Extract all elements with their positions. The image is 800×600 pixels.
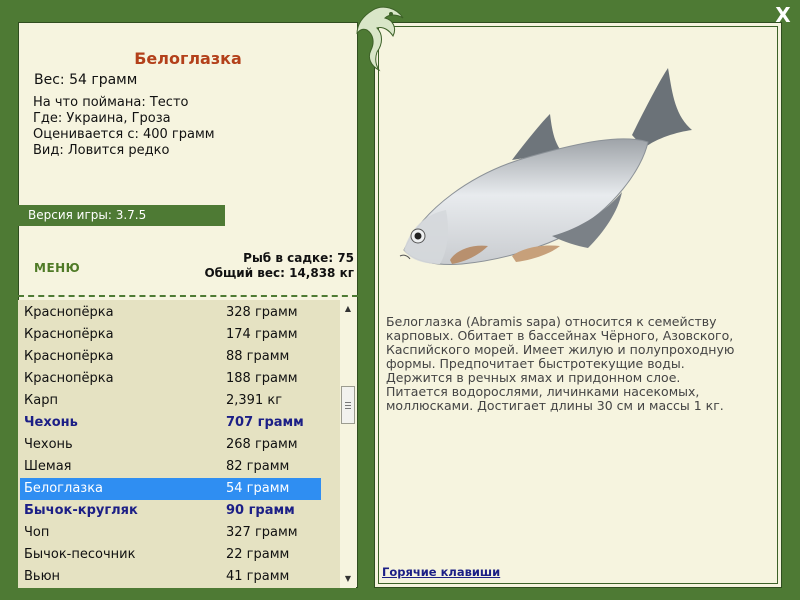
list-item-weight: 2,391 кг	[226, 393, 283, 408]
divider	[18, 295, 358, 297]
list-item-weight: 174 грамм	[226, 327, 298, 342]
list-item[interactable]: Карп 2,391 кг	[20, 390, 321, 412]
list-item-name: Вьюн	[24, 569, 61, 584]
list-item-weight: 88 грамм	[226, 349, 290, 364]
list-item-weight: 707 грамм	[226, 415, 304, 430]
list-item[interactable]: Краснопёрка 328 грамм	[20, 302, 321, 324]
list-item[interactable]: Чоп 327 грамм	[20, 522, 321, 544]
list-item-name: Шемая	[24, 459, 72, 474]
list-item[interactable]: Белоглазка 54 грамм	[20, 478, 321, 500]
list-item[interactable]: Чехонь 707 грамм	[20, 412, 321, 434]
close-icon[interactable]: X	[775, 3, 790, 27]
catch-list: Краснопёрка 328 грамм Краснопёрка 174 грамм…	[18, 300, 340, 588]
list-item-name: Краснопёрка	[24, 349, 114, 364]
fish-value: Оценивается с: 400 грамм	[33, 127, 215, 142]
list-item-name: Белоглазка	[24, 481, 104, 496]
list-item-weight: 328 грамм	[226, 305, 298, 320]
list-item-name: Бычок-песочник	[24, 547, 136, 562]
list-item-name: Чоп	[24, 525, 50, 540]
list-item-weight: 327 грамм	[226, 525, 298, 540]
scroll-thumb[interactable]	[341, 386, 355, 424]
fish-bait: На что поймана: Тесто	[33, 95, 189, 110]
list-item[interactable]: Чехонь 268 грамм	[20, 434, 321, 456]
list-item[interactable]: Бычок-песочник 22 грамм	[20, 544, 321, 566]
list-item-weight: 90 грамм	[226, 503, 295, 518]
catch-stats: Рыб в садке: 75 Общий вес: 14,838 кг	[204, 251, 354, 281]
list-item-name: Чехонь	[24, 437, 73, 452]
list-item-weight: 54 грамм	[226, 481, 290, 496]
list-item[interactable]: Вьюн 41 грамм	[20, 566, 321, 588]
hotkeys-link[interactable]: Горячие клавиши	[382, 565, 500, 579]
game-version: Версия игры: 3.7.5	[18, 205, 225, 226]
fish-info: На что поймана: Тесто Где: Украина, Гроз…	[33, 95, 215, 159]
list-item[interactable]: Краснопёрка 188 грамм	[20, 368, 321, 390]
list-item[interactable]: Краснопёрка 174 грамм	[20, 324, 321, 346]
list-item-weight: 41 грамм	[226, 569, 290, 584]
list-item[interactable]: Краснопёрка 88 грамм	[20, 346, 321, 368]
fish-image	[399, 68, 692, 265]
list-item[interactable]: Шемая 82 грамм	[20, 456, 321, 478]
fish-count: Рыб в садке: 75	[243, 251, 354, 265]
list-item-weight: 268 грамм	[226, 437, 298, 452]
total-weight: Общий вес: 14,838 кг	[204, 266, 354, 280]
list-item-name: Карп	[24, 393, 58, 408]
menu-button[interactable]: МЕНЮ	[34, 261, 80, 275]
scroll-up-icon[interactable]: ▲	[340, 302, 356, 316]
scrollbar[interactable]: ▲ ▼	[340, 300, 356, 588]
list-item-name: Чехонь	[24, 415, 78, 430]
list-item[interactable]: Бычок-кругляк 90 грамм	[20, 500, 321, 522]
list-item-name: Краснопёрка	[24, 371, 114, 386]
scroll-down-icon[interactable]: ▼	[340, 572, 356, 586]
list-item-name: Краснопёрка	[24, 327, 114, 342]
list-item-weight: 22 грамм	[226, 547, 290, 562]
fish-rarity: Вид: Ловится редко	[33, 143, 170, 158]
list-item-weight: 82 грамм	[226, 459, 290, 474]
fish-weight: Вес: 54 грамм	[34, 72, 138, 88]
fish-title: Белоглазка	[134, 49, 242, 68]
fish-location: Где: Украина, Гроза	[33, 111, 171, 126]
list-item-name: Бычок-кругляк	[24, 503, 138, 518]
list-item-name: Краснопёрка	[24, 305, 114, 320]
close-button[interactable]: X	[772, 4, 794, 26]
list-item-weight: 188 грамм	[226, 371, 298, 386]
fish-description: Белоглазка (Abramis sapa) относится к се…	[386, 314, 735, 413]
